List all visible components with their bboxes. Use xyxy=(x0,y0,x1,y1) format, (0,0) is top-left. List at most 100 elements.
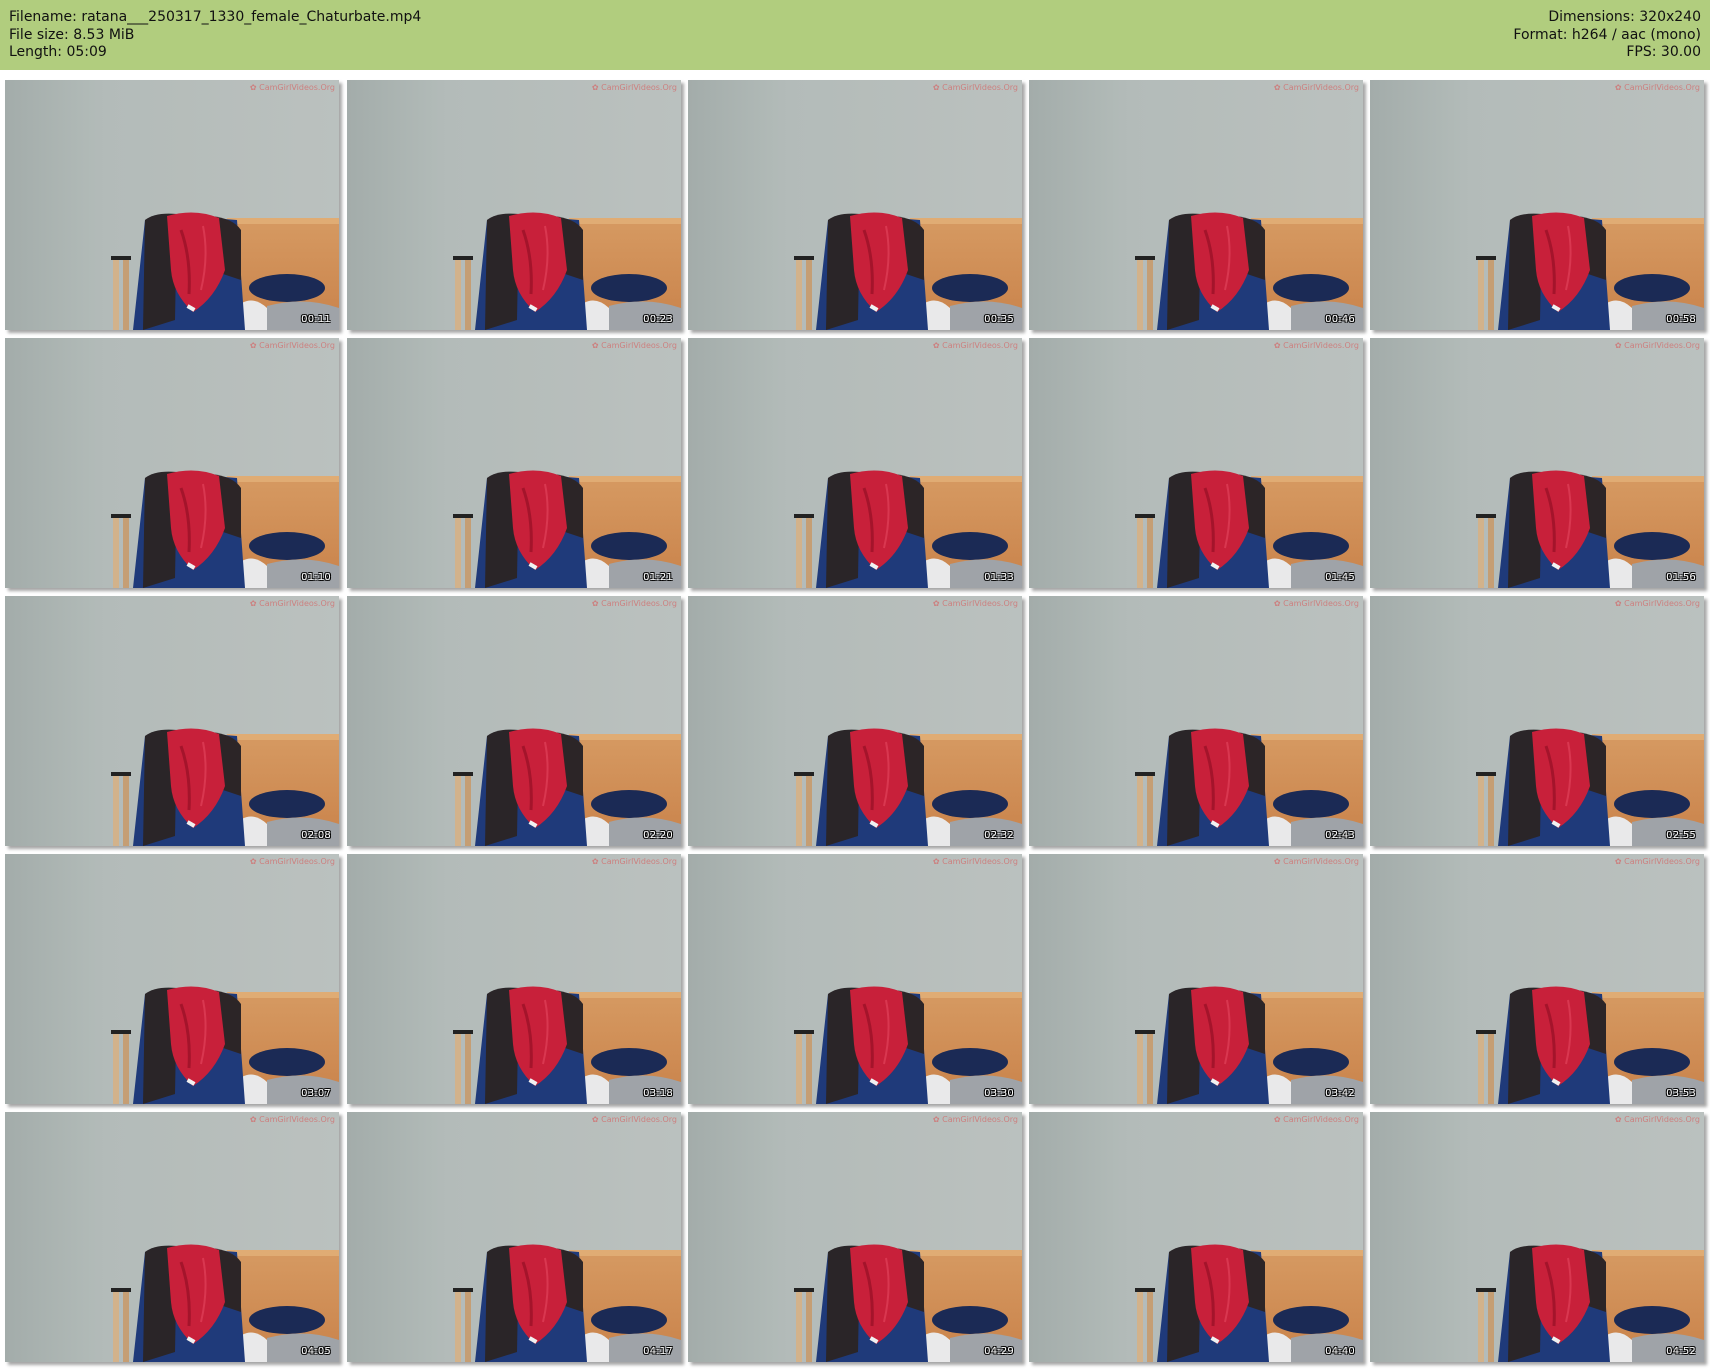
video-thumbnail: ✿ CamGirlVideos.Org 03:18 xyxy=(347,854,681,1104)
svg-text:✿ CamGirlVideos.Org: ✿ CamGirlVideos.Org xyxy=(933,341,1018,350)
svg-text:✿ CamGirlVideos.Org: ✿ CamGirlVideos.Org xyxy=(933,83,1018,92)
thumbnail-timestamp: 01:45 xyxy=(1325,572,1355,583)
video-thumbnail: ✿ CamGirlVideos.Org 00:58 xyxy=(1370,80,1704,330)
svg-text:✿ CamGirlVideos.Org: ✿ CamGirlVideos.Org xyxy=(592,599,677,608)
svg-text:✿ CamGirlVideos.Org: ✿ CamGirlVideos.Org xyxy=(1615,599,1700,608)
svg-text:✿ CamGirlVideos.Org: ✿ CamGirlVideos.Org xyxy=(250,1115,335,1124)
frame-image: ✿ CamGirlVideos.Org xyxy=(5,596,339,846)
thumbnail-timestamp: 02:08 xyxy=(301,830,331,841)
video-thumbnail: ✿ CamGirlVideos.Org 01:33 xyxy=(688,338,1022,588)
thumbnail-timestamp: 00:23 xyxy=(643,314,673,325)
thumbnail-timestamp: 04:05 xyxy=(301,1346,331,1357)
video-thumbnail: ✿ CamGirlVideos.Org 03:42 xyxy=(1029,854,1363,1104)
frame-image: ✿ CamGirlVideos.Org xyxy=(5,80,339,330)
svg-text:✿ CamGirlVideos.Org: ✿ CamGirlVideos.Org xyxy=(1274,857,1359,866)
svg-text:✿ CamGirlVideos.Org: ✿ CamGirlVideos.Org xyxy=(592,1115,677,1124)
frame-image: ✿ CamGirlVideos.Org xyxy=(688,338,1022,588)
video-thumbnail: ✿ CamGirlVideos.Org 02:08 xyxy=(5,596,339,846)
video-thumbnail: ✿ CamGirlVideos.Org 00:11 xyxy=(5,80,339,330)
svg-text:✿ CamGirlVideos.Org: ✿ CamGirlVideos.Org xyxy=(933,857,1018,866)
video-thumbnail: ✿ CamGirlVideos.Org 03:07 xyxy=(5,854,339,1104)
frame-image: ✿ CamGirlVideos.Org xyxy=(347,338,681,588)
frame-image: ✿ CamGirlVideos.Org xyxy=(688,80,1022,330)
video-thumbnail: ✿ CamGirlVideos.Org 04:40 xyxy=(1029,1112,1363,1362)
thumbnail-timestamp: 03:07 xyxy=(301,1088,331,1099)
thumbnail-timestamp: 01:10 xyxy=(301,572,331,583)
svg-text:✿ CamGirlVideos.Org: ✿ CamGirlVideos.Org xyxy=(933,599,1018,608)
thumbnail-timestamp: 03:18 xyxy=(643,1088,673,1099)
frame-image: ✿ CamGirlVideos.Org xyxy=(347,596,681,846)
thumbnail-timestamp: 02:55 xyxy=(1666,830,1696,841)
thumbnail-timestamp: 02:43 xyxy=(1325,830,1355,841)
video-thumbnail: ✿ CamGirlVideos.Org 01:21 xyxy=(347,338,681,588)
svg-text:✿ CamGirlVideos.Org: ✿ CamGirlVideos.Org xyxy=(592,83,677,92)
frame-image: ✿ CamGirlVideos.Org xyxy=(1029,1112,1363,1362)
thumbnail-timestamp: 02:32 xyxy=(984,830,1014,841)
svg-text:✿ CamGirlVideos.Org: ✿ CamGirlVideos.Org xyxy=(592,857,677,866)
frame-image: ✿ CamGirlVideos.Org xyxy=(5,338,339,588)
video-thumbnail: ✿ CamGirlVideos.Org 02:55 xyxy=(1370,596,1704,846)
thumbnail-timestamp: 03:42 xyxy=(1325,1088,1355,1099)
svg-text:✿ CamGirlVideos.Org: ✿ CamGirlVideos.Org xyxy=(1274,1115,1359,1124)
thumbnail-grid: ✿ CamGirlVideos.Org 00:11 ✿ CamGirlVideo… xyxy=(0,0,1710,1370)
svg-text:✿ CamGirlVideos.Org: ✿ CamGirlVideos.Org xyxy=(1615,1115,1700,1124)
svg-text:✿ CamGirlVideos.Org: ✿ CamGirlVideos.Org xyxy=(1615,341,1700,350)
thumbnail-timestamp: 04:17 xyxy=(643,1346,673,1357)
video-thumbnail: ✿ CamGirlVideos.Org 01:56 xyxy=(1370,338,1704,588)
svg-text:✿ CamGirlVideos.Org: ✿ CamGirlVideos.Org xyxy=(1274,599,1359,608)
frame-image: ✿ CamGirlVideos.Org xyxy=(688,854,1022,1104)
svg-text:✿ CamGirlVideos.Org: ✿ CamGirlVideos.Org xyxy=(933,1115,1018,1124)
frame-image: ✿ CamGirlVideos.Org xyxy=(1029,596,1363,846)
video-thumbnail: ✿ CamGirlVideos.Org 02:43 xyxy=(1029,596,1363,846)
video-thumbnail: ✿ CamGirlVideos.Org 04:52 xyxy=(1370,1112,1704,1362)
thumbnail-timestamp: 04:40 xyxy=(1325,1346,1355,1357)
thumbnail-timestamp: 01:56 xyxy=(1666,572,1696,583)
svg-text:✿ CamGirlVideos.Org: ✿ CamGirlVideos.Org xyxy=(1615,83,1700,92)
video-thumbnail: ✿ CamGirlVideos.Org 02:32 xyxy=(688,596,1022,846)
video-thumbnail: ✿ CamGirlVideos.Org 00:35 xyxy=(688,80,1022,330)
frame-image: ✿ CamGirlVideos.Org xyxy=(688,1112,1022,1362)
video-thumbnail: ✿ CamGirlVideos.Org 04:29 xyxy=(688,1112,1022,1362)
thumbnail-timestamp: 04:52 xyxy=(1666,1346,1696,1357)
thumbnail-timestamp: 03:30 xyxy=(984,1088,1014,1099)
frame-image: ✿ CamGirlVideos.Org xyxy=(347,80,681,330)
thumbnail-timestamp: 03:53 xyxy=(1666,1088,1696,1099)
frame-image: ✿ CamGirlVideos.Org xyxy=(1029,854,1363,1104)
video-thumbnail: ✿ CamGirlVideos.Org 02:20 xyxy=(347,596,681,846)
video-thumbnail: ✿ CamGirlVideos.Org 01:45 xyxy=(1029,338,1363,588)
frame-image: ✿ CamGirlVideos.Org xyxy=(1370,338,1704,588)
svg-text:✿ CamGirlVideos.Org: ✿ CamGirlVideos.Org xyxy=(1274,341,1359,350)
frame-image: ✿ CamGirlVideos.Org xyxy=(5,1112,339,1362)
thumbnail-timestamp: 00:35 xyxy=(984,314,1014,325)
svg-text:✿ CamGirlVideos.Org: ✿ CamGirlVideos.Org xyxy=(250,599,335,608)
video-thumbnail: ✿ CamGirlVideos.Org 03:53 xyxy=(1370,854,1704,1104)
frame-image: ✿ CamGirlVideos.Org xyxy=(5,854,339,1104)
svg-text:✿ CamGirlVideos.Org: ✿ CamGirlVideos.Org xyxy=(250,857,335,866)
frame-image: ✿ CamGirlVideos.Org xyxy=(688,596,1022,846)
thumbnail-timestamp: 00:46 xyxy=(1325,314,1355,325)
frame-image: ✿ CamGirlVideos.Org xyxy=(347,854,681,1104)
svg-text:✿ CamGirlVideos.Org: ✿ CamGirlVideos.Org xyxy=(1274,83,1359,92)
frame-image: ✿ CamGirlVideos.Org xyxy=(1370,596,1704,846)
thumbnail-timestamp: 04:29 xyxy=(984,1346,1014,1357)
svg-text:✿ CamGirlVideos.Org: ✿ CamGirlVideos.Org xyxy=(592,341,677,350)
video-thumbnail: ✿ CamGirlVideos.Org 04:05 xyxy=(5,1112,339,1362)
thumbnail-timestamp: 00:58 xyxy=(1666,314,1696,325)
frame-image: ✿ CamGirlVideos.Org xyxy=(1370,80,1704,330)
frame-image: ✿ CamGirlVideos.Org xyxy=(1029,338,1363,588)
svg-text:✿ CamGirlVideos.Org: ✿ CamGirlVideos.Org xyxy=(250,83,335,92)
frame-image: ✿ CamGirlVideos.Org xyxy=(1370,1112,1704,1362)
video-thumbnail: ✿ CamGirlVideos.Org 00:23 xyxy=(347,80,681,330)
thumbnail-timestamp: 01:21 xyxy=(643,572,673,583)
video-thumbnail: ✿ CamGirlVideos.Org 00:46 xyxy=(1029,80,1363,330)
thumbnail-timestamp: 02:20 xyxy=(643,830,673,841)
frame-image: ✿ CamGirlVideos.Org xyxy=(1029,80,1363,330)
thumbnail-timestamp: 00:11 xyxy=(301,314,331,325)
frame-image: ✿ CamGirlVideos.Org xyxy=(1370,854,1704,1104)
thumbnail-timestamp: 01:33 xyxy=(984,572,1014,583)
video-thumbnail: ✿ CamGirlVideos.Org 01:10 xyxy=(5,338,339,588)
video-thumbnail: ✿ CamGirlVideos.Org 04:17 xyxy=(347,1112,681,1362)
frame-image: ✿ CamGirlVideos.Org xyxy=(347,1112,681,1362)
svg-text:✿ CamGirlVideos.Org: ✿ CamGirlVideos.Org xyxy=(1615,857,1700,866)
svg-text:✿ CamGirlVideos.Org: ✿ CamGirlVideos.Org xyxy=(250,341,335,350)
